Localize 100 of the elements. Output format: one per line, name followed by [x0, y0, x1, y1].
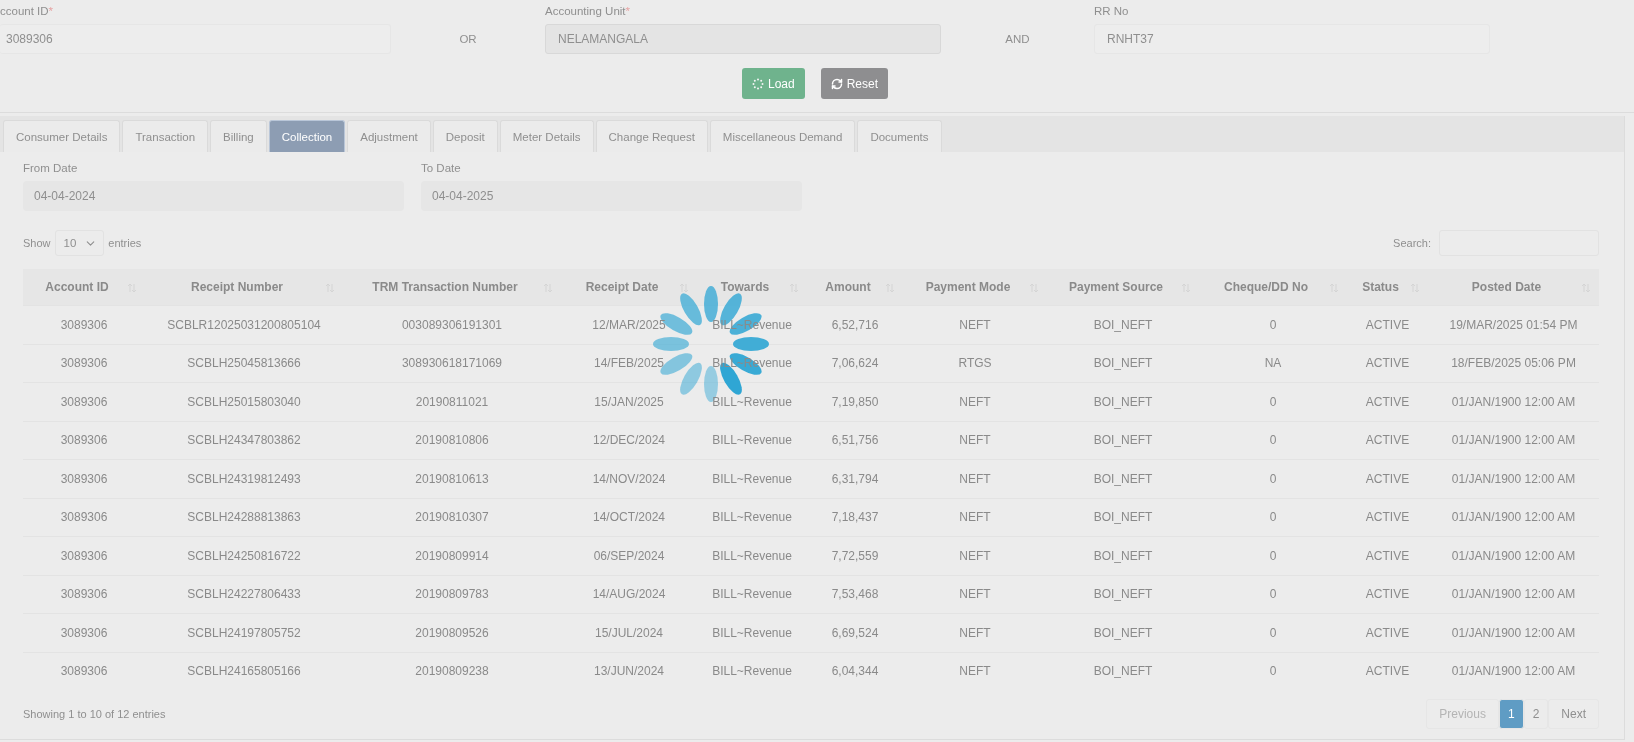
field-label: To Date [421, 162, 462, 174]
page-button[interactable]: 2 [1523, 699, 1549, 729]
tab[interactable]: Billing [210, 120, 267, 152]
table-cell: ACTIVE [1347, 536, 1428, 575]
table-cell: 0 [1199, 382, 1347, 421]
column-header[interactable]: Cheque/DD No [1199, 269, 1347, 306]
search-label: Search: [1393, 237, 1431, 249]
table-cell: 308930618171069 [343, 344, 561, 383]
table-cell: SCBLH24227806433 [145, 575, 343, 614]
table-cell: BOI_NEFT [1047, 344, 1199, 383]
table-cell: NEFT [903, 575, 1047, 614]
table-cell: 15/JAN/2025 [561, 382, 697, 421]
tab[interactable]: Deposit [432, 120, 498, 152]
column-header[interactable]: Payment Source [1047, 269, 1199, 306]
table-cell: 3089306 [23, 652, 145, 690]
table-cell: 3089306 [23, 459, 145, 498]
input-field[interactable]: RNHT37 [1094, 24, 1490, 54]
table-cell: 0 [1199, 305, 1347, 344]
table-cell: 01/JAN/1900 12:00 AM [1428, 459, 1599, 498]
table-cell: BILL~Revenue [697, 498, 807, 537]
column-header[interactable]: Posted Date [1428, 269, 1599, 306]
table-cell: 20190809238 [343, 652, 561, 690]
table-cell: ACTIVE [1347, 305, 1428, 344]
loading-icon [752, 77, 764, 90]
table-cell: 01/JAN/1900 12:00 AM [1428, 498, 1599, 537]
table-cell: 12/DEC/2024 [561, 421, 697, 460]
table-cell: BOI_NEFT [1047, 421, 1199, 460]
column-header[interactable]: Towards [697, 269, 807, 306]
table-cell: BOI_NEFT [1047, 459, 1199, 498]
table-cell: NEFT [903, 305, 1047, 344]
table-cell: NEFT [903, 536, 1047, 575]
sort-icon [679, 283, 689, 293]
tab[interactable]: Consumer Details [3, 120, 121, 152]
tab[interactable]: Miscellaneous Demand [709, 120, 856, 152]
table-cell: 01/JAN/1900 12:00 AM [1428, 382, 1599, 421]
table-cell: RTGS [903, 344, 1047, 383]
tab[interactable]: Adjustment [347, 120, 431, 152]
show-label: Show [23, 237, 51, 249]
table-cell: 20190810806 [343, 421, 561, 460]
tab[interactable]: Collection [268, 120, 346, 152]
table-cell: SCBLH24319812493 [145, 459, 343, 498]
entries-select[interactable]: 10 [54, 230, 105, 256]
table-cell: BILL~Revenue [697, 652, 807, 690]
table-cell: ACTIVE [1347, 498, 1428, 537]
table-cell: 01/JAN/1900 12:00 AM [1428, 536, 1599, 575]
table-cell: 20190811021 [343, 382, 561, 421]
column-header[interactable]: Receipt Number [145, 269, 343, 306]
table-cell: 20190809914 [343, 536, 561, 575]
table-cell: 3089306 [23, 382, 145, 421]
date-field[interactable]: 04-04-2025 [421, 181, 802, 211]
date-field[interactable]: 04-04-2024 [23, 181, 404, 211]
table-cell: BILL~Revenue [697, 536, 807, 575]
table-cell: 0 [1199, 613, 1347, 652]
table-cell: NEFT [903, 498, 1047, 537]
column-header[interactable]: Account ID [23, 269, 145, 306]
column-header[interactable]: Receipt Date [561, 269, 697, 306]
table-cell: 0 [1199, 421, 1347, 460]
tab[interactable]: Documents [857, 120, 942, 152]
table-cell: 20190809526 [343, 613, 561, 652]
table-cell: SCBLH24250816722 [145, 536, 343, 575]
tab[interactable]: Transaction [122, 120, 209, 152]
table-cell: 01/JAN/1900 12:00 AM [1428, 652, 1599, 690]
table-cell: BILL~Revenue [697, 421, 807, 460]
field-label: ccount ID* [0, 5, 55, 17]
table-cell: 3089306 [23, 344, 145, 383]
pagination-link[interactable]: Next [1548, 699, 1599, 729]
tab[interactable]: Meter Details [499, 120, 594, 152]
reset-button[interactable]: Reset [820, 68, 889, 99]
table-cell: 7,18,437 [807, 498, 903, 537]
table-cell: 7,19,850 [807, 382, 903, 421]
table-cell: BOI_NEFT [1047, 652, 1199, 690]
table-cell: 0 [1199, 459, 1347, 498]
page-button[interactable]: 1 [1498, 699, 1524, 729]
table-cell: 0 [1199, 536, 1347, 575]
field-label: From Date [23, 162, 79, 174]
table-cell: SCBLR12025031200805104 [145, 305, 343, 344]
entries-label: entries [108, 237, 142, 249]
table-cell: 3089306 [23, 498, 145, 537]
table-cell: 003089306191301 [343, 305, 561, 344]
table-cell: 0 [1199, 652, 1347, 690]
table-cell: NEFT [903, 459, 1047, 498]
refresh-icon [830, 77, 843, 90]
column-header[interactable]: Amount [807, 269, 903, 306]
load-button[interactable]: Load [742, 68, 805, 99]
table-cell: 3089306 [23, 613, 145, 652]
table-cell: 7,53,468 [807, 575, 903, 614]
table-cell: 18/FEB/2025 05:06 PM [1428, 344, 1599, 383]
input-field[interactable]: 3089306 [0, 24, 391, 54]
table-cell: 3089306 [23, 421, 145, 460]
table-cell: 13/JUN/2024 [561, 652, 697, 690]
table-cell: ACTIVE [1347, 575, 1428, 614]
column-header[interactable]: TRM Transaction Number [343, 269, 561, 306]
tab[interactable]: Change Request [595, 120, 708, 152]
table-cell: NEFT [903, 382, 1047, 421]
table-cell: 19/MAR/2025 01:54 PM [1428, 305, 1599, 344]
table-cell: 06/SEP/2024 [561, 536, 697, 575]
column-header[interactable]: Payment Mode [903, 269, 1047, 306]
column-header[interactable]: Status [1347, 269, 1428, 306]
table-cell: 15/JUL/2024 [561, 613, 697, 652]
table-cell: BOI_NEFT [1047, 498, 1199, 537]
